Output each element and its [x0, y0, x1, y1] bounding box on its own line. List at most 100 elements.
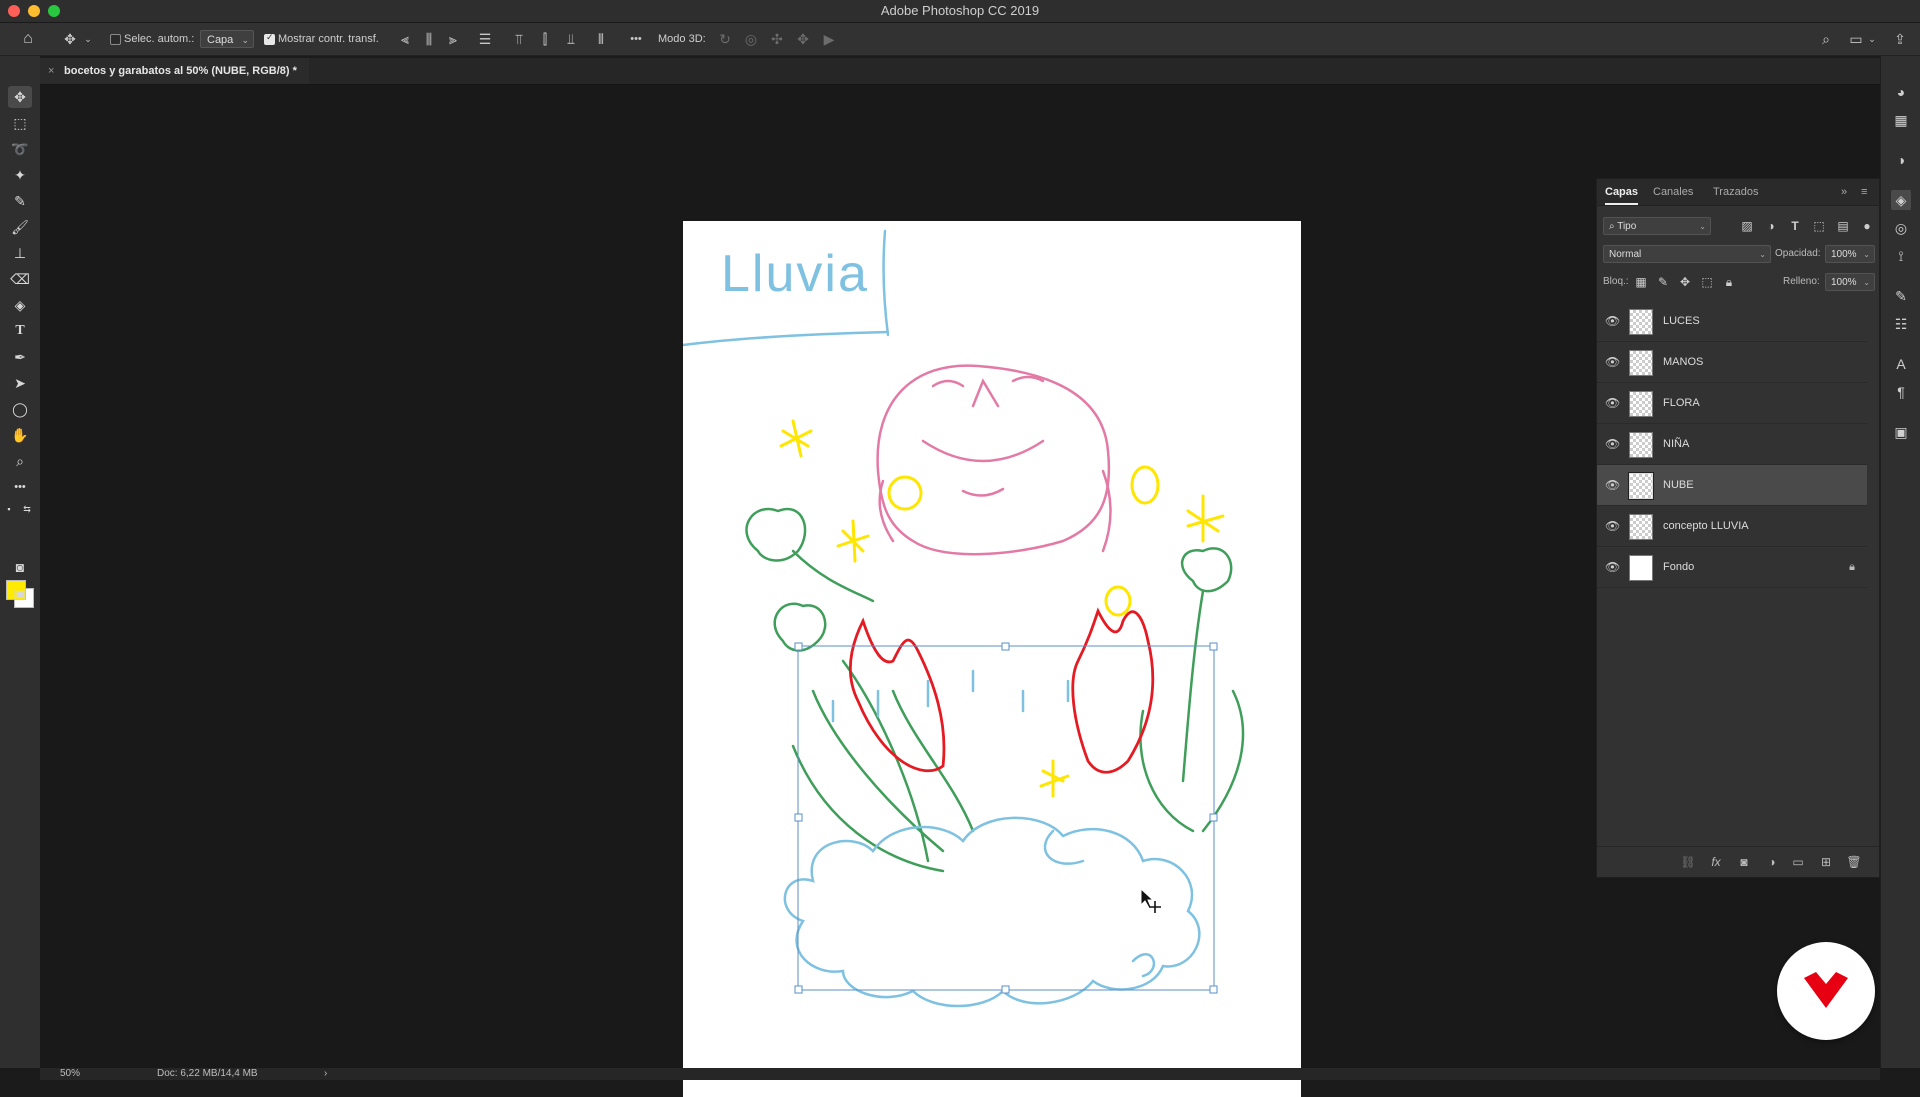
filter-smart-object-icon[interactable]: ▤	[1835, 217, 1851, 235]
lock-transparent-icon[interactable]: ▦	[1633, 273, 1649, 291]
properties-panel-icon[interactable]: ☷	[1891, 314, 1911, 334]
stamp-tool-icon[interactable]: ⊥	[8, 242, 32, 264]
visibility-eye-icon[interactable]: 👁︎	[1605, 547, 1620, 587]
default-colors-icon[interactable]: ▪	[2, 502, 16, 516]
eyedropper-tool-icon[interactable]: ✎	[8, 190, 32, 212]
visibility-eye-icon[interactable]: 👁︎	[1605, 424, 1620, 464]
show-transform-checkbox[interactable]	[264, 32, 275, 45]
move-tool-icon[interactable]: ✥	[60, 23, 80, 55]
more-tools-icon[interactable]: •••	[8, 476, 32, 498]
status-menu-arrow-icon[interactable]: ›	[324, 1068, 327, 1080]
distribute-icon[interactable]: ☰	[476, 23, 494, 55]
layers-panel-icon[interactable]: ◈	[1891, 190, 1911, 210]
layer-row-nube[interactable]: 👁︎ NUBE	[1597, 465, 1867, 506]
zoom-tool-icon[interactable]: ⌕	[8, 450, 32, 472]
new-adjustment-layer-icon[interactable]: ◑	[1763, 847, 1781, 877]
document-canvas[interactable]: Lluvia	[683, 221, 1301, 1097]
magic-wand-tool-icon[interactable]: ✦	[8, 164, 32, 186]
marquee-tool-icon[interactable]: ⬚	[8, 112, 32, 134]
screen-mode-icon[interactable]: ▣	[8, 582, 32, 604]
align-right-icon[interactable]: ⫸	[444, 23, 462, 55]
add-mask-icon[interactable]: ◙	[1735, 847, 1753, 877]
share-icon[interactable]: ⇪	[1890, 23, 1910, 55]
document-size[interactable]: Doc: 6,22 MB/14,4 MB	[157, 1068, 258, 1080]
layer-row-concepto-lluvia[interactable]: 👁︎ concepto LLUVIA	[1597, 506, 1867, 547]
auto-select-label: Selec. autom.:	[124, 33, 195, 45]
quick-mask-icon[interactable]: ◙	[8, 556, 32, 578]
lasso-tool-icon[interactable]: ➰	[8, 138, 32, 160]
filter-type-icon[interactable]: T	[1787, 217, 1803, 235]
layer-filter-select[interactable]: ⌕ Tipo ⌄	[1603, 217, 1711, 235]
swatches-panel-icon[interactable]: ▦	[1891, 110, 1911, 130]
lock-position-icon[interactable]: ✥	[1677, 273, 1693, 291]
layer-row-nina[interactable]: 👁︎ NIÑA	[1597, 424, 1867, 465]
hand-tool-icon[interactable]: ✋	[8, 424, 32, 446]
search-icon[interactable]: ⌕	[1816, 23, 1836, 55]
visibility-eye-icon[interactable]: 👁︎	[1605, 506, 1620, 546]
distribute-vertical-icon[interactable]: ⦀	[592, 23, 610, 55]
brush-tool-icon[interactable]: 🖌	[8, 216, 32, 238]
layer-row-fondo[interactable]: 👁︎ Fondo 🔒︎	[1597, 547, 1867, 588]
align-center-icon[interactable]: ⫼	[420, 23, 438, 55]
paint-bucket-tool-icon[interactable]: ◈	[8, 294, 32, 316]
glyphs-panel-icon[interactable]: ▣	[1891, 422, 1911, 442]
align-middle-icon[interactable]: ⫿	[536, 23, 554, 55]
lights-drawing	[779, 419, 1225, 798]
blend-mode-select[interactable]: Normal ⌄	[1603, 245, 1771, 263]
home-icon[interactable]: ⌂	[16, 23, 40, 55]
align-bottom-icon[interactable]: ⫫	[562, 23, 580, 55]
document-tab[interactable]: × bocetos y garabatos al 50% (NUBE, RGB/…	[40, 58, 309, 84]
paths-panel-icon[interactable]: ⟟	[1891, 246, 1911, 266]
link-layers-icon[interactable]: ⛓	[1679, 847, 1697, 877]
lock-image-icon[interactable]: ✎	[1655, 273, 1671, 291]
filter-pixel-icon[interactable]: ▨	[1739, 217, 1755, 235]
filter-shape-icon[interactable]: ⬚	[1811, 217, 1827, 235]
tab-capas[interactable]: Capas	[1605, 179, 1639, 205]
auto-select-checkbox[interactable]	[110, 34, 121, 45]
paragraph-panel-icon[interactable]: ¶	[1891, 382, 1911, 402]
workspace-icon[interactable]: ▭	[1846, 23, 1866, 55]
character-panel-icon[interactable]: A	[1891, 354, 1911, 374]
align-top-icon[interactable]: ⫪	[510, 23, 528, 55]
eraser-tool-icon[interactable]: ⌫	[8, 268, 32, 290]
channels-panel-icon[interactable]: ◎	[1891, 218, 1911, 238]
tool-preset-chevron-icon[interactable]: ⌄	[82, 23, 94, 55]
close-tab-icon[interactable]: ×	[48, 58, 54, 84]
opacity-field[interactable]: 100% ⌄	[1825, 245, 1875, 263]
auto-select-target-select[interactable]: Capa ⌄	[200, 30, 254, 48]
layer-row-luces[interactable]: 👁︎ LUCES	[1597, 301, 1867, 342]
tab-trazados[interactable]: Trazados	[1713, 179, 1758, 205]
color-panel-icon[interactable]: ◕	[1891, 82, 1911, 102]
workspace-chevron-icon[interactable]: ⌄	[1866, 23, 1878, 55]
visibility-eye-icon[interactable]: 👁︎	[1605, 465, 1620, 505]
new-group-folder-icon[interactable]: ▭	[1789, 847, 1807, 877]
layer-style-fx-icon[interactable]: fx	[1707, 847, 1725, 877]
collapse-panel-icon[interactable]: »	[1841, 179, 1847, 205]
visibility-eye-icon[interactable]: 👁︎	[1605, 342, 1620, 382]
path-selection-tool-icon[interactable]: ➤	[8, 372, 32, 394]
fill-field[interactable]: 100% ⌄	[1825, 273, 1875, 291]
filter-toggle-icon[interactable]: ●	[1859, 217, 1875, 235]
layer-row-manos[interactable]: 👁︎ MANOS	[1597, 342, 1867, 383]
brush-settings-panel-icon[interactable]: ✎	[1891, 286, 1911, 306]
panel-menu-icon[interactable]: ≡	[1861, 179, 1867, 205]
layer-lock-icon[interactable]: 🔒︎	[1849, 547, 1855, 587]
visibility-eye-icon[interactable]: 👁︎	[1605, 383, 1620, 423]
more-options-icon[interactable]: •••	[624, 23, 648, 55]
filter-adjustment-icon[interactable]: ◑	[1763, 217, 1779, 235]
layer-row-flora[interactable]: 👁︎ FLORA	[1597, 383, 1867, 424]
move-tool-icon[interactable]: ✥	[8, 86, 32, 108]
new-layer-icon[interactable]: ⊞	[1817, 847, 1835, 877]
delete-layer-trash-icon[interactable]: 🗑︎	[1845, 847, 1863, 877]
zoom-level[interactable]: 50%	[60, 1068, 80, 1080]
align-left-icon[interactable]: ⫷	[396, 23, 414, 55]
tab-canales[interactable]: Canales	[1653, 179, 1693, 205]
pen-tool-icon[interactable]: ✒	[8, 346, 32, 368]
adjustments-panel-icon[interactable]: ◑	[1891, 150, 1911, 170]
lock-all-icon[interactable]: 🔒︎	[1721, 273, 1737, 291]
visibility-eye-icon[interactable]: 👁︎	[1605, 301, 1620, 341]
swap-colors-icon[interactable]: ⇆	[20, 502, 34, 516]
lock-artboard-icon[interactable]: ⬚	[1699, 273, 1715, 291]
type-tool-icon[interactable]: T	[8, 320, 32, 342]
ellipse-tool-icon[interactable]: ◯	[8, 398, 32, 420]
